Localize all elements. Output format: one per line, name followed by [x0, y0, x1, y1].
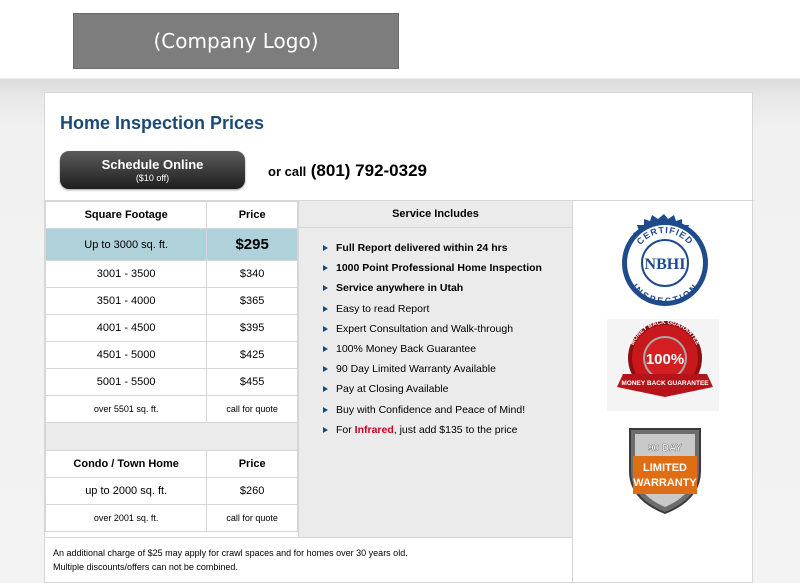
price-cell: $260	[206, 477, 298, 505]
sqft-cell: over 2001 sq. ft.	[44, 504, 208, 532]
table-row: up to 2000 sq. ft. $260	[44, 477, 298, 505]
pricing-grid: Square Footage Price Up to 3000 sq. ft. …	[44, 200, 754, 538]
sqft-price-table: Square Footage Price Up to 3000 sq. ft. …	[44, 201, 298, 423]
sqft-cell: 5001 - 5500	[44, 368, 208, 396]
phone-number[interactable]: (801) 792-0329	[311, 161, 427, 180]
price-cell: call for quote	[206, 395, 298, 423]
sqft-header: Square Footage	[44, 201, 208, 229]
company-logo: (Company Logo)	[73, 13, 399, 69]
svg-text:90 DAY: 90 DAY	[648, 443, 682, 454]
svg-text:LIMITED: LIMITED	[643, 462, 687, 474]
svg-text:NBHI: NBHI	[645, 256, 686, 273]
table-row: 3501 - 4000 $365	[44, 287, 298, 315]
price-cell: $395	[206, 314, 298, 342]
list-item: Service anywhere in Utah	[323, 278, 572, 298]
sqft-cell: 4501 - 5000	[44, 341, 208, 369]
badges-svg: CERTIFIED INSPECTION NBHI MONEY BACK GUA…	[607, 214, 719, 515]
price-cell: $425	[206, 341, 298, 369]
schedule-online-button[interactable]: Schedule Online ($10 off)	[60, 151, 245, 189]
price-cell: $340	[206, 260, 298, 288]
list-item: 90 Day Limited Warranty Available	[323, 359, 572, 379]
sqft-cell: 3501 - 4000	[44, 287, 208, 315]
table-row: over 5501 sq. ft. call for quote	[44, 395, 298, 423]
schedule-discount-label: ($10 off)	[135, 173, 170, 183]
list-item: Full Report delivered within 24 hrs	[323, 238, 572, 258]
table-row: Up to 3000 sq. ft. $295	[44, 228, 298, 261]
condo-price-table: Condo / Town Home Price up to 2000 sq. f…	[44, 450, 298, 532]
price-cell: $455	[206, 368, 298, 396]
svg-text:WARRANTY: WARRANTY	[633, 477, 697, 489]
price-cell: call for quote	[206, 504, 298, 532]
list-item: Pay at Closing Available	[323, 379, 572, 399]
price-cell: $295	[206, 228, 298, 261]
pricing-notes: An additional charge of $25 may apply fo…	[45, 537, 573, 583]
price-cell: $365	[206, 287, 298, 315]
table-row: 3001 - 3500 $340	[44, 260, 298, 288]
badges-column: CERTIFIED INSPECTION NBHI MONEY BACK GUA…	[573, 201, 754, 538]
call-line: or call (801) 792-0329	[268, 161, 427, 181]
list-item: 100% Money Back Guarantee	[323, 339, 572, 359]
condo-price-header: Price	[206, 450, 298, 478]
sqft-cell: Up to 3000 sq. ft.	[44, 228, 208, 261]
note-line-2: Multiple discounts/offers can not be com…	[53, 562, 238, 572]
price-header: Price	[206, 201, 298, 229]
list-item: Expert Consultation and Walk-through	[323, 319, 572, 339]
sqft-cell: 4001 - 4500	[44, 314, 208, 342]
table-row: 4001 - 4500 $395	[44, 314, 298, 342]
table-row: 4501 - 5000 $425	[44, 341, 298, 369]
list-item: Easy to read Report	[323, 299, 572, 319]
sqft-cell: 3001 - 3500	[44, 260, 208, 288]
list-item: 1000 Point Professional Home Inspection	[323, 258, 572, 278]
schedule-online-label: Schedule Online	[101, 157, 204, 172]
service-includes-header: Service Includes	[299, 201, 572, 228]
table-spacer	[45, 423, 298, 450]
price-tables: Square Footage Price Up to 3000 sq. ft. …	[44, 201, 298, 532]
infrared-word: Infrared	[354, 423, 394, 436]
sqft-cell: up to 2000 sq. ft.	[44, 477, 208, 505]
call-prefix: or call	[268, 164, 307, 179]
pricing-panel: Home Inspection Prices Schedule Online (…	[44, 92, 754, 583]
page-title: Home Inspection Prices	[60, 113, 265, 133]
certified-inspection-seal-icon: CERTIFIED INSPECTION NBHI	[622, 214, 708, 306]
service-includes-panel: Service Includes Full Report delivered w…	[298, 201, 573, 538]
svg-text:MONEY BACK GUARANTEE: MONEY BACK GUARANTEE	[621, 380, 709, 387]
table-row: over 2001 sq. ft. call for quote	[44, 504, 298, 532]
infrared-suffix: , just add $135 to the price	[393, 423, 518, 436]
limited-warranty-shield-icon: 90 DAY LIMITED WARRANTY	[629, 428, 701, 515]
note-line-1: An additional charge of $25 may apply fo…	[53, 548, 408, 558]
table-row: 5001 - 5500 $455	[44, 368, 298, 396]
infrared-item: For Infrared, just add $135 to the price	[323, 420, 572, 440]
svg-text:100%: 100%	[646, 351, 684, 368]
sqft-cell: over 5501 sq. ft.	[44, 395, 208, 423]
money-back-guarantee-icon: MONEY BACK GUARANTEE 100% MONEY BACK GUA…	[607, 319, 719, 411]
infrared-prefix: For	[336, 423, 352, 436]
list-item: Buy with Confidence and Peace of Mind!	[323, 400, 572, 420]
service-list: Full Report delivered within 24 hrs 1000…	[323, 238, 572, 440]
condo-header: Condo / Town Home	[44, 450, 208, 478]
